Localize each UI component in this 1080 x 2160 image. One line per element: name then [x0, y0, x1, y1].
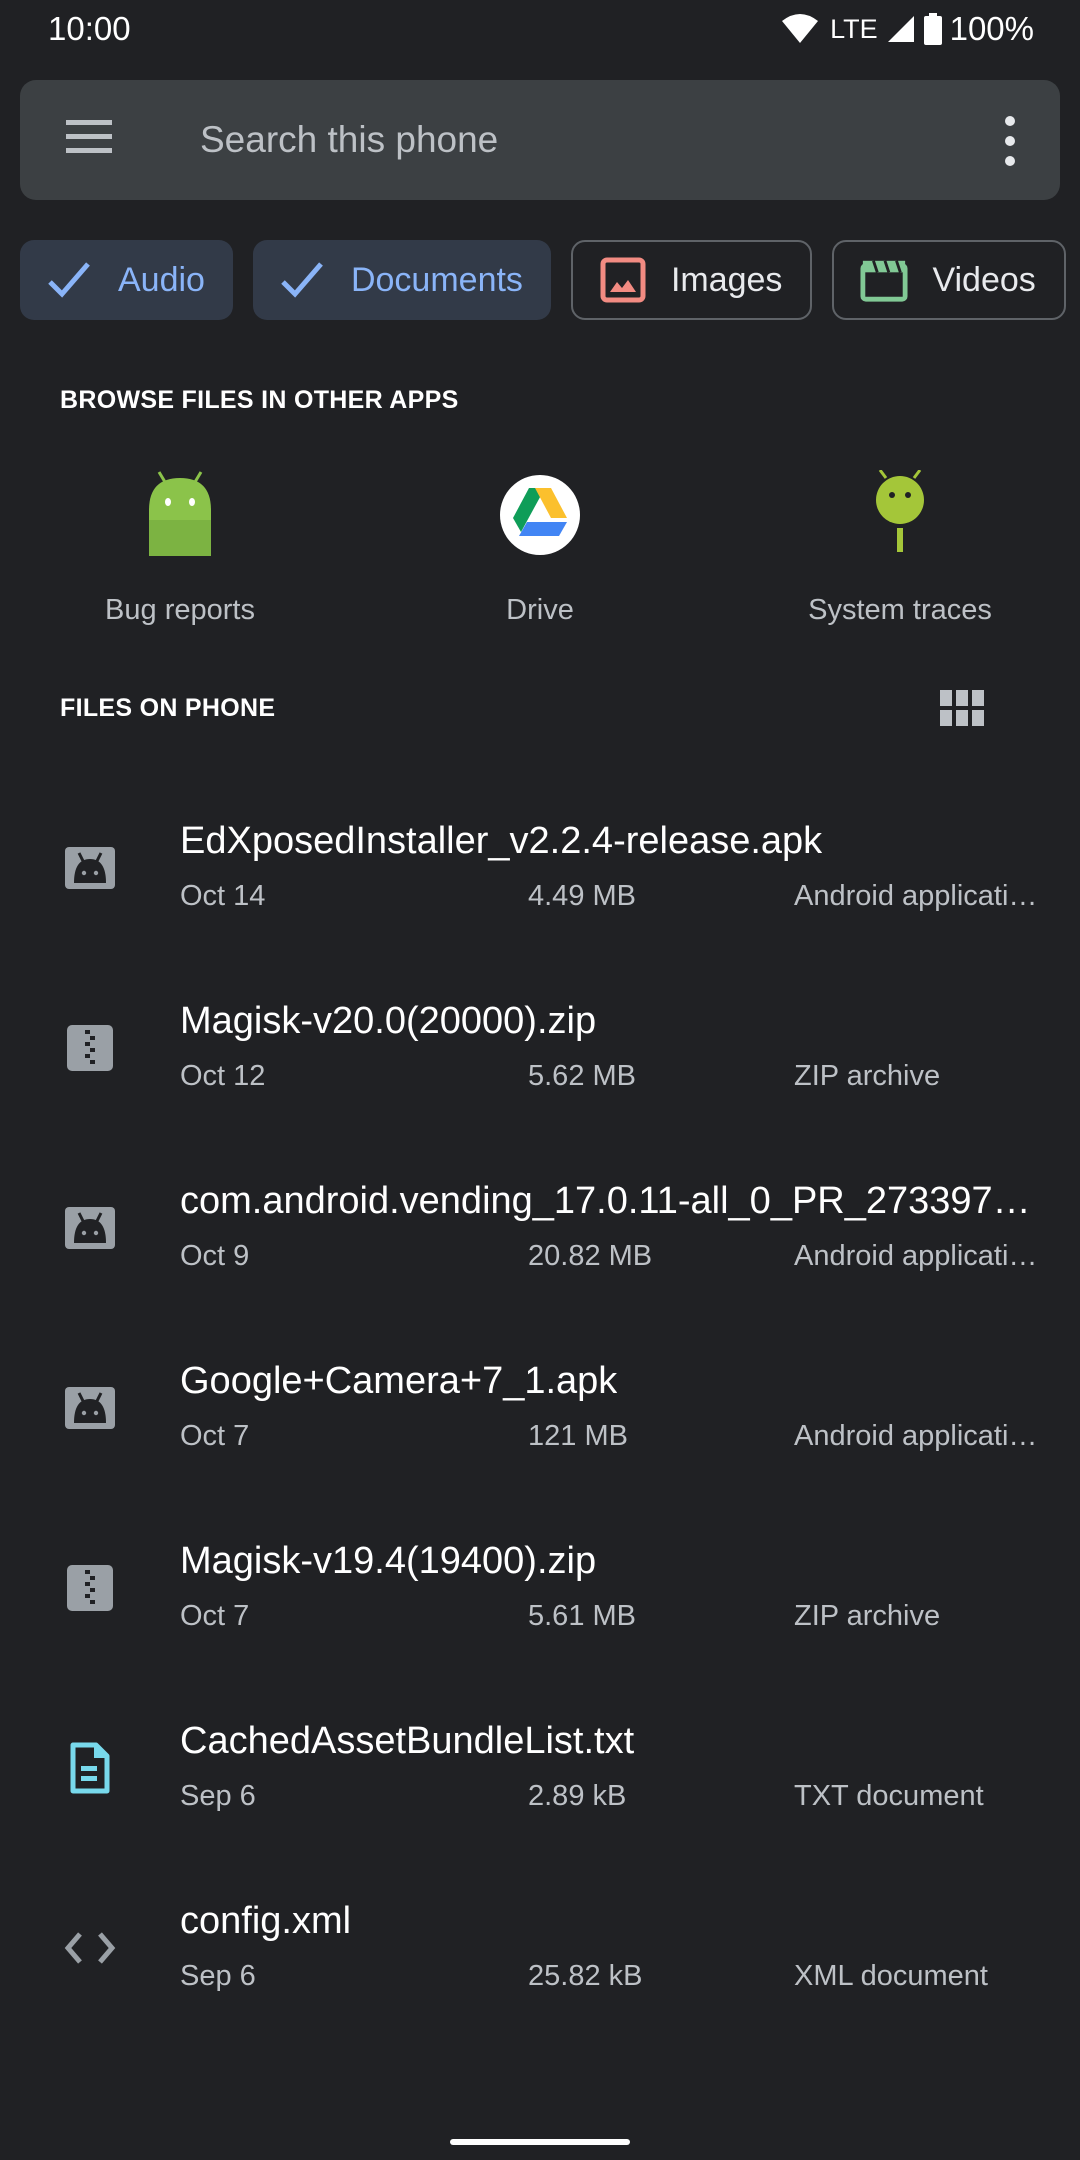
- image-icon: [599, 256, 647, 304]
- file-name: EdXposedInstaller_v2.2.4-release.apk: [180, 820, 823, 862]
- more-vert-icon[interactable]: [1000, 116, 1020, 166]
- file-name: Magisk-v20.0(20000).zip: [180, 1000, 597, 1042]
- file-type: Android applicati…: [794, 880, 1038, 912]
- file-date: Oct 9: [180, 1240, 250, 1272]
- chip-documents[interactable]: Documents: [252, 240, 551, 320]
- zip-icon: [60, 1558, 120, 1618]
- file-type: Android applicati…: [794, 1420, 1038, 1452]
- file-row[interactable]: com.android.vending_17.0.11-all_0_PR_273…: [0, 1150, 1080, 1330]
- android-app-icon: [60, 1198, 120, 1258]
- grid-view-icon[interactable]: [940, 690, 984, 726]
- file-row[interactable]: CachedAssetBundleList.txt Sep 6 2.89 kB …: [0, 1690, 1080, 1870]
- status-bar: 10:00 LTE 100%: [0, 0, 1080, 60]
- file-type: TXT document: [794, 1780, 984, 1812]
- status-indicators: LTE 100%: [780, 10, 1034, 48]
- zip-icon: [60, 1018, 120, 1078]
- android-app-icon: [60, 838, 120, 898]
- file-type: XML document: [794, 1960, 988, 1992]
- file-row[interactable]: Magisk-v19.4(19400).zip Oct 7 5.61 MB ZI…: [0, 1510, 1080, 1690]
- app-bug-reports[interactable]: Bug reports: [30, 470, 330, 627]
- file-date: Sep 6: [180, 1960, 256, 1992]
- file-row[interactable]: Google+Camera+7_1.apk Oct 7 121 MB Andro…: [0, 1330, 1080, 1510]
- chip-images[interactable]: Images: [570, 240, 813, 320]
- chip-label: Videos: [932, 260, 1036, 299]
- file-date: Oct 7: [180, 1600, 250, 1632]
- android-bug-icon: [30, 470, 330, 560]
- file-type: Android applicati…: [794, 1240, 1038, 1272]
- file-name: config.xml: [180, 1900, 352, 1942]
- file-name: Google+Camera+7_1.apk: [180, 1360, 618, 1402]
- file-type: ZIP archive: [794, 1600, 941, 1632]
- signal-icon: [887, 16, 914, 42]
- file-name: com.android.vending_17.0.11-all_0_PR_273…: [180, 1180, 1031, 1222]
- battery-icon: [923, 13, 942, 45]
- check-icon: [279, 256, 327, 304]
- file-date: Oct 7: [180, 1420, 250, 1452]
- chip-videos[interactable]: Videos: [832, 240, 1066, 320]
- files-section-title: FILES ON PHONE: [60, 694, 276, 722]
- app-label: Bug reports: [105, 594, 255, 626]
- file-size: 20.82 MB: [528, 1240, 653, 1272]
- app-label: Drive: [506, 594, 574, 626]
- file-size: 4.49 MB: [528, 880, 636, 912]
- system-traces-icon: [750, 470, 1050, 560]
- file-size: 5.62 MB: [528, 1060, 636, 1092]
- wifi-icon: [782, 14, 819, 43]
- gesture-nav-handle[interactable]: [450, 2139, 630, 2145]
- android-app-icon: [60, 1378, 120, 1438]
- file-row[interactable]: EdXposedInstaller_v2.2.4-release.apk Oct…: [0, 790, 1080, 970]
- file-date: Oct 14: [180, 880, 266, 912]
- file-size: 2.89 kB: [528, 1780, 627, 1812]
- app-drive[interactable]: Drive: [390, 470, 690, 627]
- google-drive-icon: [390, 470, 690, 560]
- browse-section-title: BROWSE FILES IN OTHER APPS: [60, 386, 459, 414]
- status-time: 10:00: [48, 10, 131, 47]
- search-input[interactable]: [200, 110, 960, 170]
- file-date: Sep 6: [180, 1780, 256, 1812]
- app-label: System traces: [808, 594, 992, 626]
- file-size: 5.61 MB: [528, 1600, 636, 1632]
- chip-label: Documents: [350, 260, 523, 299]
- file-size: 121 MB: [528, 1420, 628, 1452]
- app-system-traces[interactable]: System traces: [750, 470, 1050, 627]
- file-size: 25.82 kB: [528, 1960, 643, 1992]
- file-list: EdXposedInstaller_v2.2.4-release.apk Oct…: [0, 790, 1080, 2050]
- hamburger-menu-icon[interactable]: [66, 120, 114, 160]
- chip-label: Images: [670, 260, 783, 299]
- file-row[interactable]: Magisk-v20.0(20000).zip Oct 12 5.62 MB Z…: [0, 970, 1080, 1150]
- chip-label: Audio: [118, 260, 205, 299]
- file-row[interactable]: config.xml Sep 6 25.82 kB XML document: [0, 1870, 1080, 2050]
- chip-audio[interactable]: Audio: [20, 240, 233, 320]
- search-bar: [20, 80, 1060, 200]
- code-icon: [60, 1918, 120, 1978]
- text-document-icon: [60, 1738, 120, 1798]
- file-name: Magisk-v19.4(19400).zip: [180, 1540, 597, 1582]
- clapperboard-icon: [860, 256, 908, 304]
- file-date: Oct 12: [180, 1060, 266, 1092]
- check-icon: [46, 256, 94, 304]
- battery-percent: 100%: [949, 10, 1034, 47]
- network-type: LTE: [830, 13, 878, 44]
- file-type: ZIP archive: [794, 1060, 941, 1092]
- browse-apps: Bug reports Drive System traces: [0, 470, 1080, 630]
- filter-chips: Audio Documents Images Videos: [20, 240, 1066, 320]
- file-name: CachedAssetBundleList.txt: [180, 1720, 635, 1762]
